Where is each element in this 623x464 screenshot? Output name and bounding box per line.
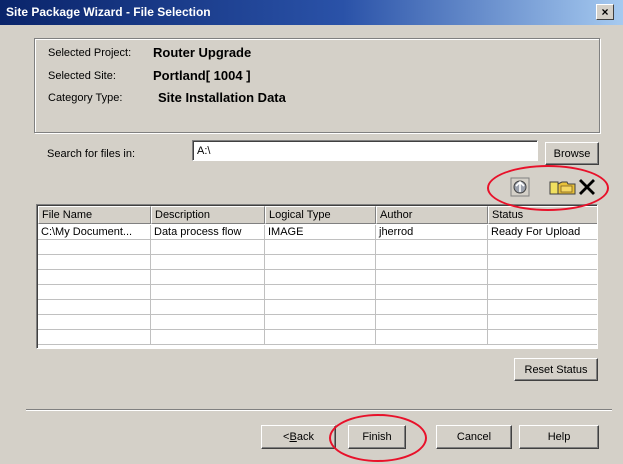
table-header-row: File Name Description Logical Type Autho… — [38, 206, 597, 224]
file-table[interactable]: File Name Description Logical Type Autho… — [36, 204, 598, 349]
finish-button[interactable]: Finish — [348, 425, 406, 449]
column-header-logical-type[interactable]: Logical Type — [265, 206, 376, 224]
empty-row — [38, 255, 597, 270]
reset-status-button[interactable]: Reset Status — [514, 358, 598, 381]
search-path-input[interactable] — [192, 140, 538, 161]
selected-project-label: Selected Project: — [48, 47, 132, 59]
delete-icon[interactable] — [577, 177, 597, 197]
category-type-label: Category Type: — [48, 92, 123, 104]
search-label: Search for files in: — [47, 148, 136, 160]
title-bar: Site Package Wizard - File Selection × — [0, 0, 623, 25]
back-mnemonic: B — [289, 431, 297, 443]
empty-row — [38, 270, 597, 285]
back-button[interactable]: < Back — [261, 425, 336, 449]
upload-icon[interactable] — [510, 177, 530, 197]
close-icon: × — [601, 5, 609, 19]
empty-row — [38, 315, 597, 330]
description-cell: Data process flow — [151, 225, 265, 240]
empty-row — [38, 240, 597, 255]
empty-row — [38, 285, 597, 300]
folder-icon[interactable] — [549, 177, 577, 197]
empty-row — [38, 330, 597, 345]
footer-separator — [26, 409, 612, 411]
browse-button[interactable]: Browse — [545, 142, 599, 165]
help-button[interactable]: Help — [519, 425, 599, 449]
selected-site-label: Selected Site: — [48, 70, 116, 82]
author-cell: jherrod — [376, 225, 488, 240]
column-header-file-name[interactable]: File Name — [38, 206, 151, 224]
window-title: Site Package Wizard - File Selection — [6, 5, 211, 19]
selected-site-value: Portland[ 1004 ] — [153, 68, 251, 83]
column-header-description[interactable]: Description — [151, 206, 265, 224]
empty-row — [38, 300, 597, 315]
category-type-value: Site Installation Data — [158, 90, 286, 105]
close-button[interactable]: × — [596, 4, 614, 20]
file-name-cell: C:\My Document... — [38, 225, 151, 240]
back-label-rest: ack — [296, 431, 314, 443]
table-row[interactable]: C:\My Document... Data process flow IMAG… — [38, 225, 597, 240]
cancel-button[interactable]: Cancel — [436, 425, 512, 449]
column-header-author[interactable]: Author — [376, 206, 488, 224]
column-header-status[interactable]: Status — [488, 206, 597, 224]
logical-type-cell: IMAGE — [265, 225, 376, 240]
selected-project-value: Router Upgrade — [153, 45, 252, 60]
status-cell: Ready For Upload — [488, 225, 597, 240]
